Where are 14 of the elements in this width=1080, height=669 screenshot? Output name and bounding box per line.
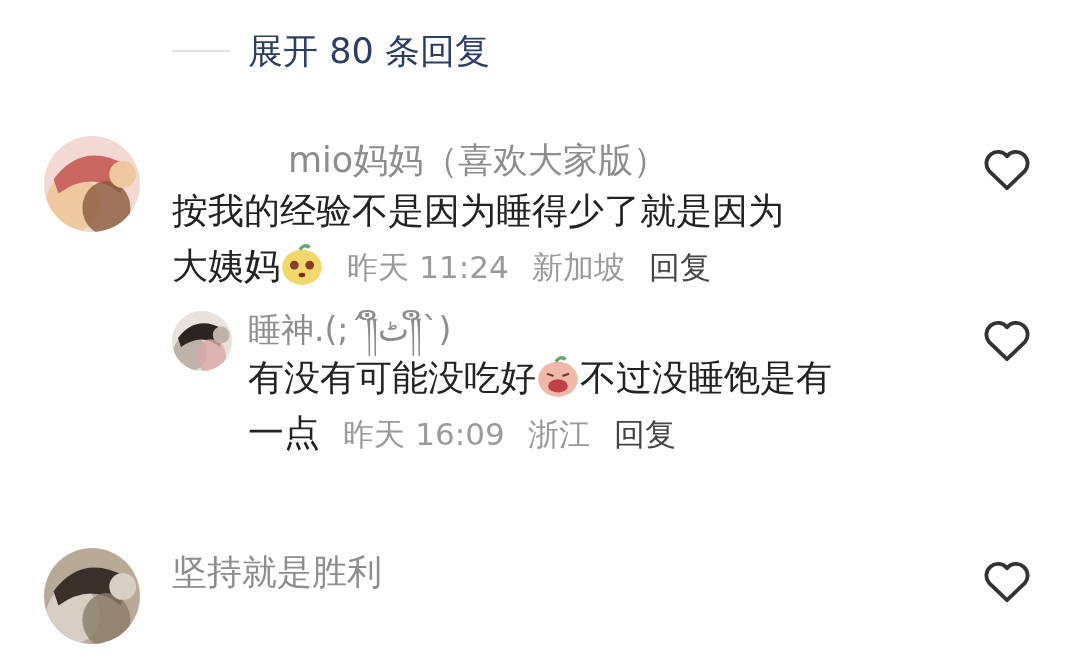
comment-time: 昨天 11:24 xyxy=(347,248,509,285)
comment-text: 有没有可能没吃好 xyxy=(248,357,536,398)
comment-text: 按我的经验不是因为睡得少了就是因为 xyxy=(172,189,784,231)
comment-text: 不过没睡饱是有 xyxy=(580,357,832,398)
comment-time: 昨天 16:09 xyxy=(343,416,505,452)
sticker-icon xyxy=(280,241,324,286)
comment-location: 新加坡 xyxy=(532,248,626,285)
comment-location: 浙江 xyxy=(528,416,591,452)
reply-link[interactable]: 回复 xyxy=(648,248,711,285)
comment-text: 大姨妈 xyxy=(172,244,280,286)
reply-link[interactable]: 回复 xyxy=(613,416,676,452)
sticker-icon xyxy=(536,354,580,398)
comment-text: 一点 xyxy=(248,412,320,453)
expand-replies-link[interactable]: 展开 80 条回复 xyxy=(248,27,490,75)
